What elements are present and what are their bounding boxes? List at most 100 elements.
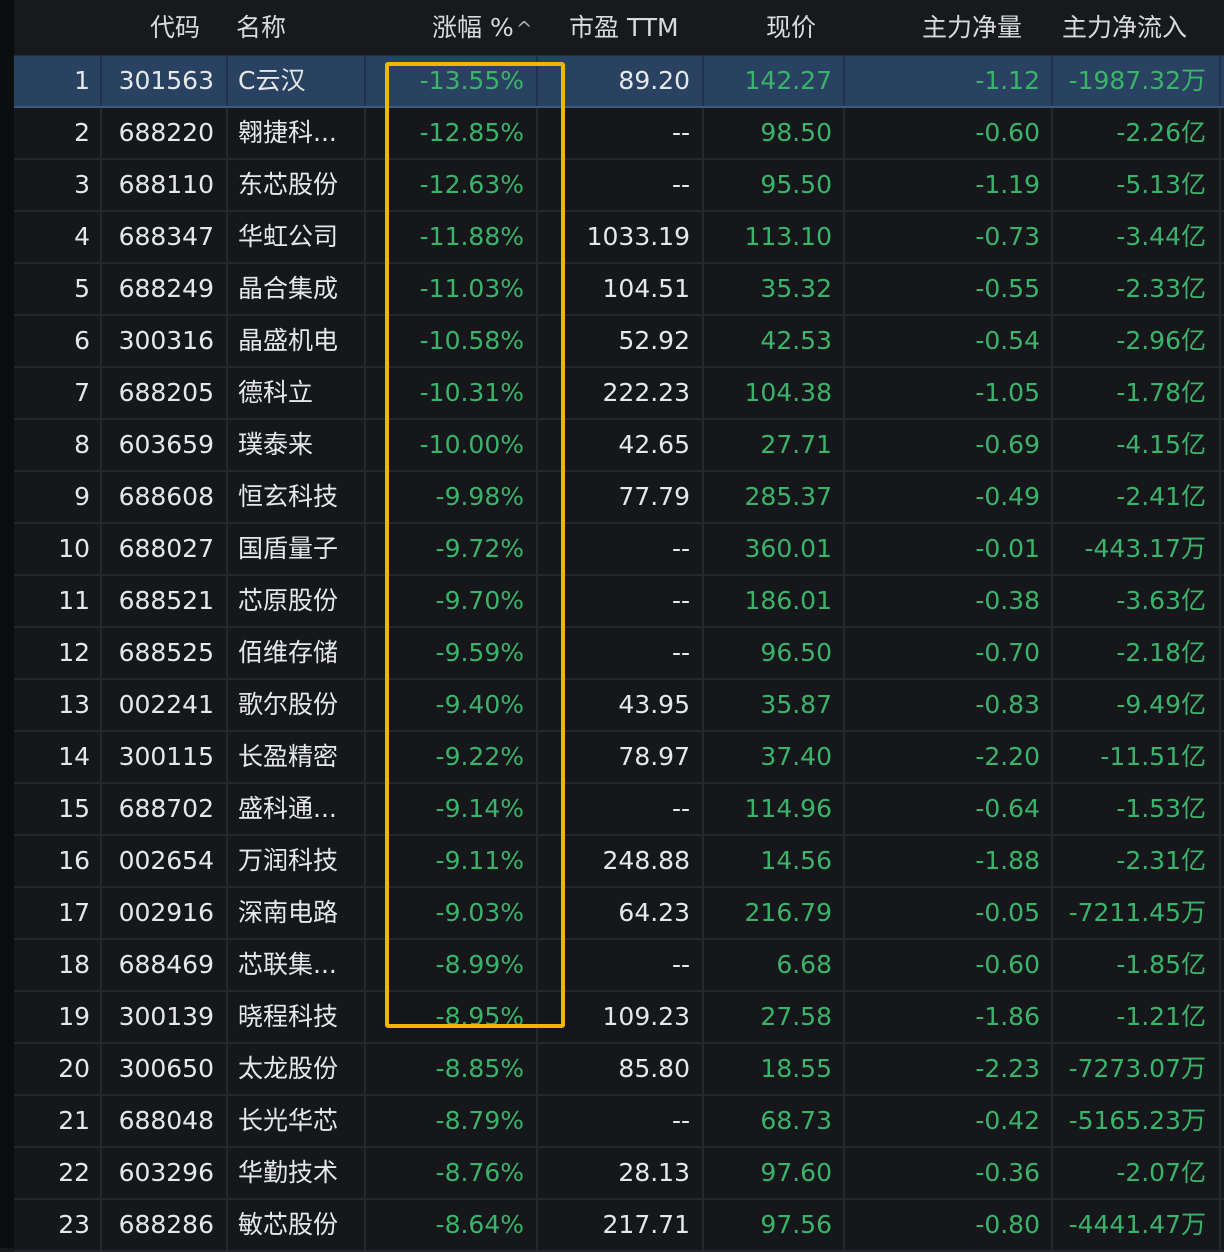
change-percent: -9.14% (435, 794, 524, 823)
stock-code: 688220 (118, 118, 214, 147)
column-divider (226, 212, 228, 262)
main-net-inflow: -2.33亿 (1116, 274, 1206, 303)
column-divider (1219, 992, 1221, 1042)
column-header-main-flow[interactable]: 主力净流入 (1062, 0, 1187, 56)
column-divider (1051, 680, 1053, 730)
current-price: 360.01 (744, 534, 832, 563)
column-divider (1051, 628, 1053, 678)
column-divider (1051, 940, 1053, 990)
table-row[interactable]: 16 002654 万润科技 -9.11% 248.88 14.56 -1.88 -2.31亿 (14, 836, 1224, 888)
column-divider (843, 316, 845, 366)
row-index: 20 (58, 1054, 90, 1083)
column-divider (1051, 888, 1053, 938)
table-row[interactable]: 20 300650 太龙股份 -8.85% 85.80 18.55 -2.23 -7273.0… (14, 1044, 1224, 1096)
column-divider (226, 420, 228, 470)
column-divider (1219, 888, 1221, 938)
row-index: 7 (74, 378, 90, 407)
row-index: 12 (58, 638, 90, 667)
row-index: 19 (58, 1002, 90, 1031)
column-header-change[interactable]: 涨幅 % ^ (432, 0, 532, 56)
pe-ttm: 109.23 (602, 1002, 690, 1031)
table-row[interactable]: 14 300115 长盈精密 -9.22% 78.97 37.40 -2.20 -11.51亿 (14, 732, 1224, 784)
main-net-inflow: -2.96亿 (1116, 326, 1206, 355)
column-header-name[interactable]: 名称 (236, 0, 286, 56)
table-row[interactable]: 23 688286 敏芯股份 -8.64% 217.71 97.56 -0.80 -4441.… (14, 1200, 1224, 1252)
pe-ttm: 1033.19 (586, 222, 690, 251)
column-header-pe[interactable]: 市盈 TTM (569, 0, 679, 56)
column-divider (536, 628, 538, 678)
stock-name: 太龙股份 (238, 1054, 339, 1083)
column-divider (843, 524, 845, 574)
table-row[interactable]: 12 688525 佰维存储 -9.59% -- 96.50 -0.70 -2.18亿 (14, 628, 1224, 680)
pe-ttm: 85.80 (618, 1054, 690, 1083)
column-divider (702, 108, 704, 158)
column-divider (536, 1200, 538, 1250)
stock-name: 佰维存储 (238, 638, 339, 667)
stock-name: C云汉 (238, 66, 306, 95)
column-divider (536, 316, 538, 366)
row-index: 15 (58, 794, 90, 823)
table-row[interactable]: 3 688110 东芯股份 -12.63% -- 95.50 -1.19 -5.13亿 (14, 160, 1224, 212)
column-header-main-net[interactable]: 主力净量 (922, 0, 1022, 56)
table-row[interactable]: 8 603659 璞泰来 -10.00% 42.65 27.71 -0.69 -4.15亿 (14, 420, 1224, 472)
table-row[interactable]: 17 002916 深南电路 -9.03% 64.23 216.79 -0.05 -7211.… (14, 888, 1224, 940)
column-divider (702, 680, 704, 730)
current-price: 18.55 (760, 1054, 832, 1083)
main-net-volume: -0.60 (975, 118, 1040, 147)
pe-ttm: -- (671, 534, 690, 563)
table-row[interactable]: 6 300316 晶盛机电 -10.58% 52.92 42.53 -0.54 -2.96亿 (14, 316, 1224, 368)
table-row[interactable]: 19 300139 晓程科技 -8.95% 109.23 27.58 -1.86 -1.21亿 (14, 992, 1224, 1044)
column-divider (702, 784, 704, 834)
pe-ttm: 222.23 (602, 378, 690, 407)
table-row[interactable]: 13 002241 歌尔股份 -9.40% 43.95 35.87 -0.83 -9.49亿 (14, 680, 1224, 732)
column-divider (1219, 316, 1221, 366)
change-percent: -8.85% (435, 1054, 524, 1083)
table-row[interactable]: 21 688048 长光华芯 -8.79% -- 68.73 -0.42 -5165.23万 (14, 1096, 1224, 1148)
table-row[interactable]: 9 688608 恒玄科技 -9.98% 77.79 285.37 -0.49 -2.41亿 (14, 472, 1224, 524)
table-row[interactable]: 11 688521 芯原股份 -9.70% -- 186.01 -0.38 -3.63亿 (14, 576, 1224, 628)
column-divider (536, 784, 538, 834)
stock-code: 688249 (118, 274, 214, 303)
main-net-inflow: -5165.23万 (1068, 1106, 1206, 1135)
table-row[interactable]: 1 301563 C云汉 -13.55% 89.20 142.27 -1.12 -1987.3… (14, 56, 1224, 108)
table-row[interactable]: 15 688702 盛科通... -9.14% -- 114.96 -0.64 -1.53亿 (14, 784, 1224, 836)
stock-code: 300115 (118, 742, 214, 771)
column-divider (1219, 732, 1221, 782)
column-divider (843, 784, 845, 834)
main-net-volume: -0.42 (975, 1106, 1040, 1135)
column-divider (226, 1148, 228, 1198)
column-header-code[interactable]: 代码 (150, 0, 200, 56)
table-row[interactable]: 4 688347 华虹公司 -11.88% 1033.19 113.10 -0.73 -3.4… (14, 212, 1224, 264)
stock-code: 688048 (118, 1106, 214, 1135)
current-price: 114.96 (744, 794, 832, 823)
stock-code: 002654 (118, 846, 214, 875)
table-row[interactable]: 7 688205 德科立 -10.31% 222.23 104.38 -1.05 -1.78亿 (14, 368, 1224, 420)
column-divider (1051, 784, 1053, 834)
table-row[interactable]: 2 688220 翱捷科... -12.85% -- 98.50 -0.60 -2.26亿 (14, 108, 1224, 160)
column-divider (536, 992, 538, 1042)
row-index: 1 (74, 66, 90, 95)
column-divider (1219, 628, 1221, 678)
column-header-price[interactable]: 现价 (766, 0, 816, 56)
column-divider (843, 940, 845, 990)
column-divider (536, 420, 538, 470)
row-index: 13 (58, 690, 90, 719)
current-price: 27.71 (760, 430, 832, 459)
change-percent: -9.59% (435, 638, 524, 667)
main-net-inflow: -2.31亿 (1116, 846, 1206, 875)
pe-ttm: 77.79 (618, 482, 690, 511)
column-divider (226, 628, 228, 678)
column-divider (702, 836, 704, 886)
column-divider (1219, 940, 1221, 990)
column-divider (1219, 1200, 1221, 1250)
table-row[interactable]: 22 603296 华勤技术 -8.76% 28.13 97.60 -0.36 -2.07亿 (14, 1148, 1224, 1200)
current-price: 35.87 (760, 690, 832, 719)
table-row[interactable]: 18 688469 芯联集... -8.99% -- 6.68 -0.60 -1.85亿 (14, 940, 1224, 992)
stock-code: 688110 (118, 170, 214, 199)
table-row[interactable]: 10 688027 国盾量子 -9.72% -- 360.01 -0.01 -443.17万 (14, 524, 1224, 576)
stock-name: 晶盛机电 (238, 326, 339, 355)
stock-code: 688525 (118, 638, 214, 667)
table-row[interactable]: 5 688249 晶合集成 -11.03% 104.51 35.32 -0.55 -2.33亿 (14, 264, 1224, 316)
column-divider (536, 576, 538, 626)
change-percent: -8.76% (435, 1158, 524, 1187)
